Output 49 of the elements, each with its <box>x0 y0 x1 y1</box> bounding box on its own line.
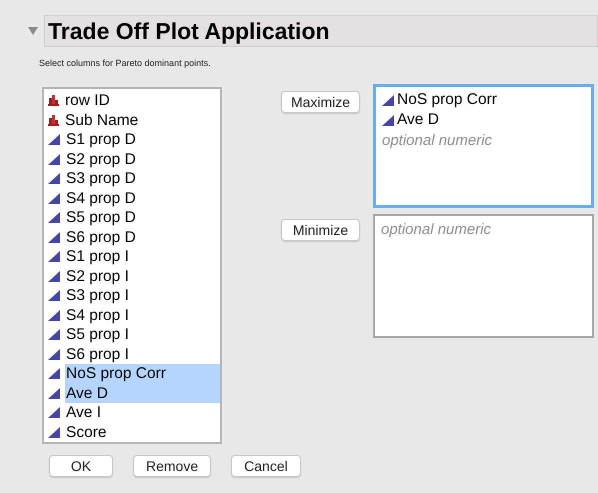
dialog-button[interactable]: OK <box>49 455 113 477</box>
triangle-icon <box>48 212 60 224</box>
column-list-item[interactable]: S5 prop I <box>44 325 220 344</box>
triangle-icon <box>48 290 60 302</box>
column-list-item[interactable]: S2 prop I <box>44 266 220 286</box>
triangle-icon <box>48 154 60 165</box>
triangle-icon <box>382 114 394 126</box>
role-list-item[interactable]: Ave D <box>382 110 585 130</box>
column-list-item[interactable]: S2 prop D <box>44 150 220 169</box>
triangle-icon <box>382 94 394 106</box>
triangle-icon <box>48 407 60 418</box>
column-list-item[interactable]: row ID <box>44 91 220 110</box>
triangle-icon <box>48 270 60 282</box>
instruction-text: Select columns for Pareto dominant points. <box>39 58 211 68</box>
triangle-icon <box>48 173 60 184</box>
role-button[interactable]: Minimize <box>281 219 360 241</box>
column-list-item[interactable]: Score <box>44 422 220 442</box>
column-list-item[interactable]: S5 prop D <box>44 208 220 228</box>
placeholder-text: optional numeric <box>382 131 494 151</box>
column-list-item[interactable]: S3 prop I <box>44 286 220 306</box>
triangle-icon <box>48 310 60 321</box>
triangle-icon <box>48 388 60 399</box>
outline-title: Trade Off Plot Application <box>48 16 330 46</box>
role-list[interactable]: NoS prop Corr Ave D optional numeric <box>373 84 594 208</box>
dialog-button[interactable]: Cancel <box>231 455 301 477</box>
dialog-button[interactable]: Remove <box>133 455 212 477</box>
column-list-item[interactable]: S1 prop I <box>44 247 220 266</box>
triangle-icon <box>48 348 60 360</box>
column-list-item[interactable]: S4 prop I <box>44 306 220 325</box>
triangle-icon <box>48 426 60 438</box>
column-list-item[interactable]: S6 prop I <box>44 344 220 364</box>
column-list-item[interactable]: Sub Name <box>44 110 220 130</box>
triangle-icon <box>48 192 60 204</box>
column-list-item[interactable]: S4 prop D <box>44 188 220 208</box>
triangle-icon <box>48 368 60 380</box>
column-list-item[interactable]: S1 prop D <box>44 130 220 150</box>
column-list-item[interactable]: Ave I <box>44 403 220 422</box>
triangle-icon <box>48 134 60 146</box>
column-list-item[interactable]: S3 prop D <box>44 169 220 188</box>
triangle-icon <box>48 251 60 262</box>
role-list-item[interactable]: NoS prop Corr <box>382 90 585 110</box>
triangle-icon <box>48 232 60 243</box>
placeholder-text: optional numeric <box>381 220 492 240</box>
triangle-icon <box>48 329 60 340</box>
role-button[interactable]: Maximize <box>281 91 360 113</box>
caret-down-icon <box>28 27 38 35</box>
bar-chart-icon <box>48 114 59 126</box>
bar-chart-icon <box>48 95 59 106</box>
column-list-item[interactable]: S6 prop D <box>44 228 220 247</box>
